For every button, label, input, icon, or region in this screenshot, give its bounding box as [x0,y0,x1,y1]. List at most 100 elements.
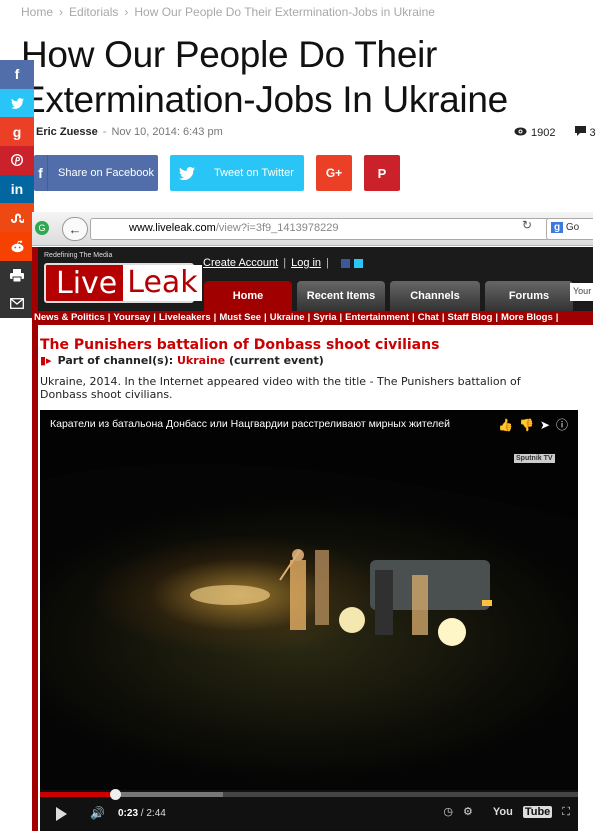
comment-count[interactable]: 3 [590,127,596,139]
nav-chat[interactable]: Chat [418,312,439,323]
liveleak-tagline: Redefining The Media [44,252,113,259]
stumbleupon-icon[interactable] [0,203,34,233]
eye-icon [514,127,527,139]
link-separator: | [326,257,329,269]
publish-date: Nov 10, 2014: 6:43 pm [111,126,223,138]
nav-separator: | [495,312,499,323]
channel-arrow-icon: ▮▸ [40,354,52,367]
facebook-icon[interactable]: f [0,60,34,89]
address-bar[interactable]: www.liveleak.com/view?i=3f9_1413978229 [90,218,560,240]
reddit-icon[interactable] [0,232,34,261]
thumbs-down-icon[interactable]: 👎 [519,418,534,432]
tweet-twitter-button[interactable]: Tweet on Twitter [170,155,304,191]
nav-syria[interactable]: Syria [313,312,336,323]
pinterest-icon[interactable] [0,146,34,175]
settings-gear-icon[interactable]: ⚙ [463,806,473,818]
video-played [40,792,116,797]
author-link[interactable]: Eric Zuesse [36,126,98,138]
page-title: How Our People Do Their Extermination-Jo… [21,34,508,120]
twitter-icon[interactable] [353,258,363,268]
tab-channels[interactable]: Channels [390,281,480,311]
back-button[interactable]: ← [62,217,88,241]
reload-icon[interactable]: ↻ [522,218,532,232]
video-scene-art [40,410,578,646]
extension-icon[interactable]: G [35,221,49,235]
meta-separator: - [102,126,107,138]
browser-toolbar: G ← www.liveleak.com/view?i=3f9_14139782… [32,212,593,246]
nav-more-blogs[interactable]: More Blogs [501,312,553,323]
facebook-icon: f [34,155,48,191]
comment-icon[interactable] [574,126,586,139]
breadcrumb-separator: › [59,5,64,19]
nav-must-see[interactable]: Must See [219,312,261,323]
nav-ukraine[interactable]: Ukraine [270,312,305,323]
info-icon[interactable]: ⓘ [556,418,568,432]
liveleak-content: The Punishers battalion of Donbass shoot… [38,325,593,831]
thumbs-up-icon[interactable]: 👍 [498,418,513,432]
linkedin-icon[interactable]: in [0,174,34,204]
url-path: /view?i=3f9_1413978229 [215,222,339,234]
channel-prefix: Part of channel(s): [57,354,174,367]
login-link[interactable]: Log in [291,257,321,269]
video-progress-bar[interactable] [40,789,578,800]
nav-separator: | [264,312,267,323]
article-meta: Eric Zuesse - Nov 10, 2014: 6:43 pm [36,126,223,138]
nav-separator: | [339,312,343,323]
account-links: Create Account | Log in | [203,257,363,269]
nav-separator: | [153,312,156,323]
googleplus-icon: G+ [325,166,343,180]
nav-separator: | [412,312,415,323]
breadcrumb-home[interactable]: Home [21,5,53,19]
nav-separator: | [555,312,559,323]
share-googleplus-button[interactable]: G+ [316,155,352,191]
current-time: 0:23 [118,808,139,819]
article-stats: 1902 3 [514,126,596,139]
embedded-screenshot: G ← www.liveleak.com/view?i=3f9_14139782… [32,212,593,831]
video-player[interactable]: Каратели из батальона Донбасс или Нацгва… [40,410,578,831]
nav-liveleakers[interactable]: Liveleakers [159,312,211,323]
item-title: The Punishers battalion of Donbass shoot… [40,337,440,353]
share-icon[interactable]: ➤ [540,418,550,432]
video-scrubber-handle[interactable] [110,789,122,800]
google-icon: g [551,222,564,233]
video-title[interactable]: Каратели из батальона Донбасс или Нацгва… [50,418,470,430]
share-facebook-button[interactable]: f Share on Facebook [34,155,158,191]
channel-link[interactable]: Ukraine [177,354,225,367]
liveleak-search-input[interactable]: Your s [570,283,593,301]
tweet-twitter-label: Tweet on Twitter [214,167,294,179]
create-account-link[interactable]: Create Account [203,257,278,269]
liveleak-nav: News & Politics | Yoursay | Liveleakers | Must… [32,311,593,325]
liveleak-tabs: Home Recent Items Channels Forums [204,281,578,311]
share-pinterest-button[interactable]: P [364,155,400,191]
nav-entertainment[interactable]: Entertainment [345,312,409,323]
liveleak-logo[interactable]: Live Leak [44,263,202,303]
googleplus-icon[interactable]: g [0,117,34,147]
email-icon[interactable] [0,289,34,319]
item-channel: ▮▸ Part of channel(s): Ukraine (current e… [40,354,324,367]
sputnik-watermark: Sputnik TV [514,454,555,463]
duration: 2:44 [146,808,166,819]
fullscreen-icon[interactable]: ⛶ [562,806,570,818]
breadcrumb-separator: › [124,5,129,19]
video-time: 0:23 / 2:44 [118,808,166,819]
tab-forums[interactable]: Forums [485,281,573,311]
print-icon[interactable] [0,260,34,290]
nav-yoursay[interactable]: Yoursay [113,312,150,323]
share-facebook-label: Share on Facebook [58,167,155,179]
breadcrumb-editorials[interactable]: Editorials [69,5,118,19]
channel-suffix: (current event) [228,354,324,367]
volume-icon[interactable]: 🔊 [90,806,105,820]
tab-home[interactable]: Home [204,281,292,311]
youtube-logo[interactable]: You Tube [483,806,553,818]
nav-news-politics[interactable]: News & Politics [34,312,105,323]
nav-separator: | [307,312,311,323]
nav-staff-blog[interactable]: Staff Blog [448,312,493,323]
twitter-icon[interactable] [0,88,34,118]
tab-recent-items[interactable]: Recent Items [297,281,385,311]
facebook-icon[interactable] [340,258,350,268]
watch-later-icon[interactable]: ◷ [443,806,453,818]
play-icon[interactable] [56,807,67,821]
logo-leak-text: Leak [123,265,202,301]
nav-separator: | [441,312,445,323]
browser-search-box[interactable]: g Go [546,218,593,240]
